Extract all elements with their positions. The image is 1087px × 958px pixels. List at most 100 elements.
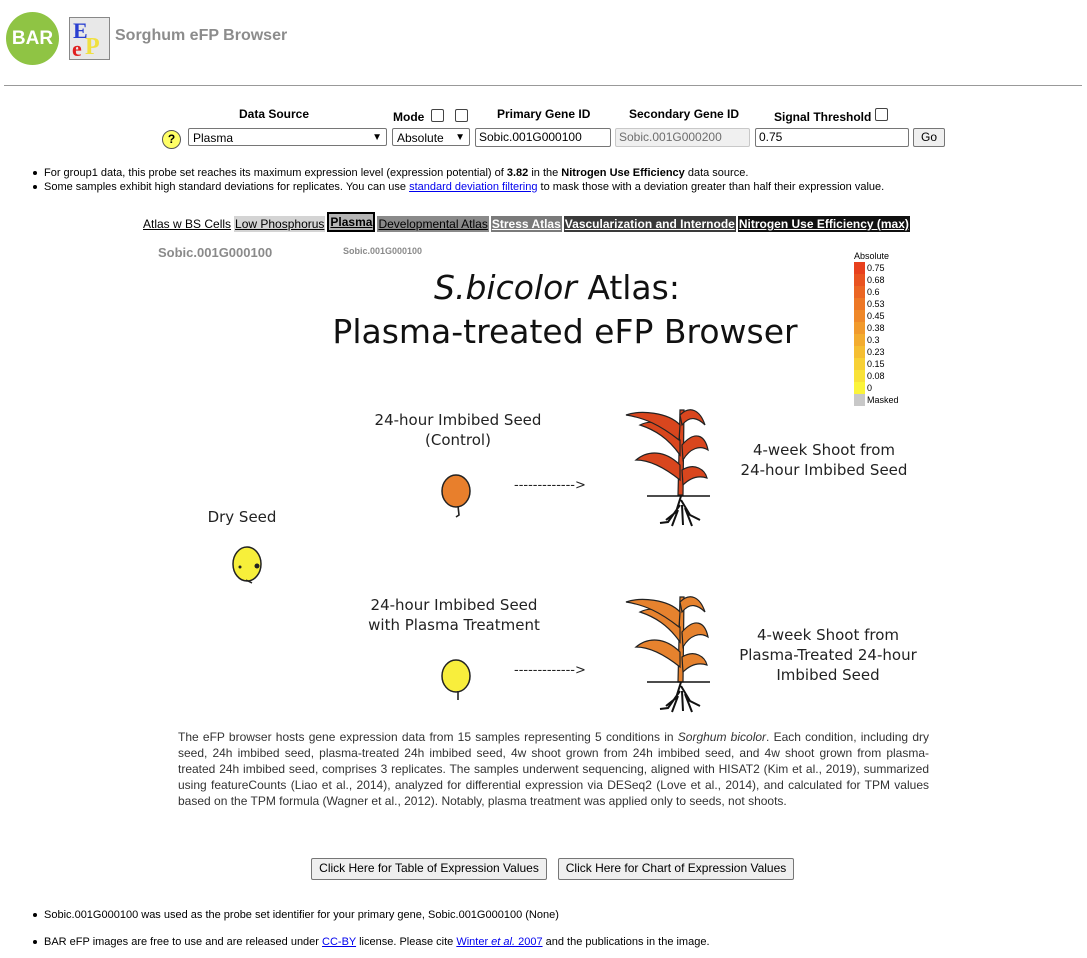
view-tabs: Atlas w BS Cells Low Phosphorus Plasma D… xyxy=(142,212,910,232)
go-button[interactable]: Go xyxy=(913,128,945,147)
legend-item: 0.15 xyxy=(854,358,899,370)
help-icon[interactable]: ? xyxy=(162,130,181,149)
dry-seed-label: Dry Seed xyxy=(208,508,277,526)
tab-vascularization[interactable]: Vascularization and Internode xyxy=(563,216,736,232)
svg-text:P: P xyxy=(85,34,100,59)
mode-label: Mode xyxy=(393,110,425,124)
table-values-button[interactable]: Click Here for Table of Expression Value… xyxy=(311,858,547,880)
legend-item: 0.23 xyxy=(854,346,899,358)
shoot-control-sample[interactable] xyxy=(625,409,710,527)
legend-label: 0.15 xyxy=(867,359,885,369)
legend-item: 0.38 xyxy=(854,322,899,334)
chevron-down-icon: ▼ xyxy=(372,132,382,143)
bar-logo[interactable]: BAR xyxy=(6,12,59,65)
image-title-line1: S.bicolor Atlas: xyxy=(434,268,680,307)
secondary-gene-label: Secondary Gene ID xyxy=(629,107,740,121)
data-source-select[interactable]: Plasma ▼ xyxy=(188,128,387,146)
cc-by-link[interactable]: CC-BY xyxy=(322,936,356,948)
legend-label: 0.08 xyxy=(867,371,885,381)
legend-swatch xyxy=(854,286,865,298)
legend-label: 0 xyxy=(867,383,873,393)
legend-swatch xyxy=(854,298,865,310)
color-legend: Absolute 0.75 0.68 0.6 0.53 0.45 0.38 0.… xyxy=(854,250,899,406)
legend-title: Absolute xyxy=(854,251,890,261)
control-seed-label-1: 24-hour Imbibed Seed xyxy=(375,411,542,429)
tab-developmental-atlas[interactable]: Developmental Atlas xyxy=(377,216,489,232)
legend-label: 0.38 xyxy=(867,323,885,333)
control-seed-label-2: (Control) xyxy=(425,431,491,449)
legend-swatch xyxy=(854,322,865,334)
mode-checkbox-1[interactable] xyxy=(431,109,444,122)
legend-swatch xyxy=(854,310,865,322)
tab-plasma[interactable]: Plasma xyxy=(327,212,376,232)
max-expression-source: Nitrogen Use Efficiency xyxy=(561,167,685,179)
header-divider xyxy=(4,85,1082,86)
list-item: Some samples exhibit high standard devia… xyxy=(30,180,1070,194)
control-seed-sample[interactable] xyxy=(441,474,471,518)
legend-label: 0.75 xyxy=(867,263,885,273)
tab-nitrogen-use-efficiency[interactable]: Nitrogen Use Efficiency (max) xyxy=(737,216,910,232)
shoot-plasma-label-1: 4-week Shoot from xyxy=(757,626,899,644)
shoot-plasma-sample[interactable] xyxy=(625,596,710,713)
signal-threshold-checkbox[interactable] xyxy=(875,108,888,121)
legend-swatch xyxy=(854,358,865,370)
legend-swatch xyxy=(854,346,865,358)
max-expression-value: 3.82 xyxy=(506,167,529,179)
footer-notes: Sobic.001G000100 was used as the probe s… xyxy=(30,908,1070,949)
chevron-down-icon: ▼ xyxy=(455,132,465,143)
mode-checkbox-2[interactable] xyxy=(455,109,468,122)
primary-gene-input[interactable]: Sobic.001G000100 xyxy=(475,128,611,147)
list-item: Sobic.001G000100 was used as the probe s… xyxy=(30,908,1070,922)
arrow-plasma: -------------> xyxy=(514,663,586,678)
notes-list: For group1 data, this probe set reaches … xyxy=(30,166,1070,194)
secondary-gene-tag: Sobic.001G000100 xyxy=(343,246,423,256)
dry-seed-sample[interactable] xyxy=(232,546,262,584)
shoot-plasma-label-3: Imbibed Seed xyxy=(776,666,879,684)
legend-label: 0.53 xyxy=(867,299,885,309)
legend-item: 0.68 xyxy=(854,274,899,286)
tab-low-phosphorus[interactable]: Low Phosphorus xyxy=(234,216,326,232)
efp-logo[interactable]: E e P xyxy=(69,17,110,60)
shoot-control-label-2: 24-hour Imbibed Seed xyxy=(741,461,908,479)
legend-label: 0.3 xyxy=(867,335,880,345)
plasma-seed-label-2: with Plasma Treatment xyxy=(368,616,540,634)
signal-threshold-input[interactable]: 0.75 xyxy=(755,128,909,147)
arrow-control: -------------> xyxy=(514,478,586,493)
legend-item: 0.3 xyxy=(854,334,899,346)
legend-label: 0.6 xyxy=(867,287,880,297)
list-item: For group1 data, this probe set reaches … xyxy=(30,166,1070,180)
legend-item: 0.45 xyxy=(854,310,899,322)
legend-label: 0.68 xyxy=(867,275,885,285)
winter-citation-link[interactable]: Winter et al. 2007 xyxy=(456,936,542,948)
data-source-label: Data Source xyxy=(239,107,310,121)
primary-gene-label: Primary Gene ID xyxy=(497,107,591,121)
tab-stress-atlas[interactable]: Stress Atlas xyxy=(490,216,562,232)
legend-item: 0 xyxy=(854,382,899,394)
legend-item: 0.53 xyxy=(854,298,899,310)
secondary-gene-input[interactable]: Sobic.001G000200 xyxy=(615,128,750,147)
list-item: BAR eFP images are free to use and are r… xyxy=(30,935,1070,949)
mode-select[interactable]: Absolute ▼ xyxy=(392,128,470,146)
legend-label: 0.23 xyxy=(867,347,885,357)
app-title: Sorghum eFP Browser xyxy=(115,27,288,44)
sd-filtering-link[interactable]: standard deviation filtering xyxy=(409,181,537,193)
legend-label: Masked xyxy=(867,395,899,405)
plasma-seed-sample[interactable] xyxy=(441,659,471,700)
data-source-value: Plasma xyxy=(193,131,234,145)
shoot-plasma-label-2: Plasma-Treated 24-hour xyxy=(739,646,917,664)
legend-swatch xyxy=(854,274,865,286)
legend-swatch xyxy=(854,370,865,382)
efp-logo-graphic: E e P xyxy=(70,18,109,59)
legend-swatch xyxy=(854,334,865,346)
tab-atlas-bs-cells[interactable]: Atlas w BS Cells xyxy=(142,216,233,232)
chart-values-button[interactable]: Click Here for Chart of Expression Value… xyxy=(558,858,794,880)
legend-item: 0.75 xyxy=(854,262,899,274)
plasma-seed-label-1: 24-hour Imbibed Seed xyxy=(371,596,538,614)
legend-label: 0.45 xyxy=(867,311,885,321)
shoot-control-label-1: 4-week Shoot from xyxy=(753,441,895,459)
legend-swatch xyxy=(854,262,865,274)
legend-swatch xyxy=(854,394,865,406)
primary-gene-tag: Sobic.001G000100 xyxy=(158,245,273,260)
legend-item: 0.6 xyxy=(854,286,899,298)
image-title-line2: Plasma-treated eFP Browser xyxy=(332,312,798,351)
